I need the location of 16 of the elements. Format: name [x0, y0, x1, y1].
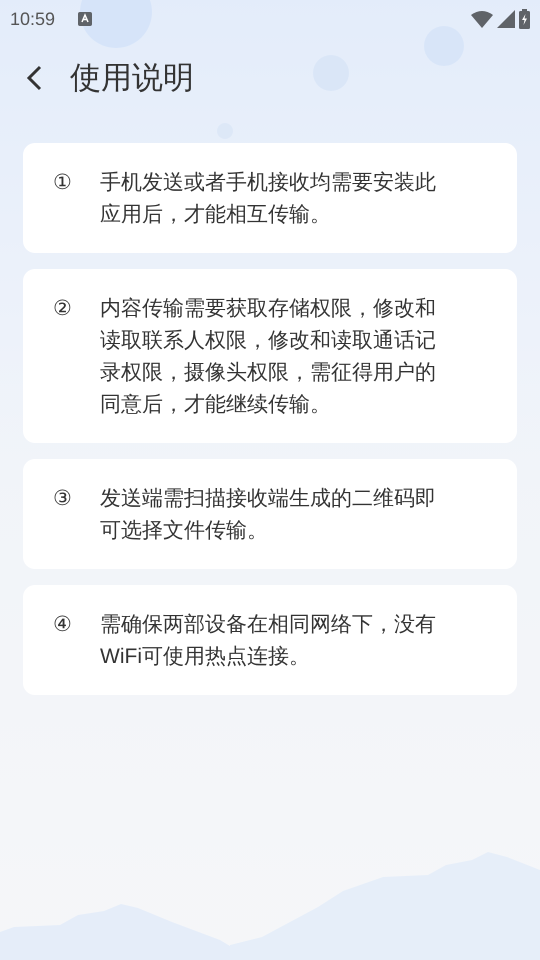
- item-number: ①: [53, 170, 73, 196]
- instruction-text: 需确保两部设备在相同网络下，没有WiFi可使用热点连接。: [100, 612, 437, 670]
- status-time: 10:59: [10, 8, 56, 30]
- item-number: ④: [53, 612, 73, 638]
- page-title: 使用说明: [70, 58, 194, 97]
- instruction-text: 手机发送或者手机接收均需要安装此应用后，才能相互传输。: [100, 170, 437, 228]
- battery-icon: [519, 9, 530, 29]
- keyboard-notification-icon: [77, 11, 94, 27]
- item-number: ②: [53, 296, 73, 322]
- instruction-text: 发送端需扫描接收端生成的二维码即可选择文件传输。: [100, 486, 437, 544]
- signal-icon: [497, 10, 515, 28]
- wifi-icon: [471, 10, 493, 28]
- item-number: ③: [53, 486, 73, 512]
- instruction-text: 内容传输需要获取存储权限，修改和读取联系人权限，修改和读取通话记录权限，摄像头权限，需征得用户的同意后，才能继续传输。: [100, 296, 437, 418]
- back-button[interactable]: [24, 63, 44, 93]
- back-icon: [26, 65, 42, 91]
